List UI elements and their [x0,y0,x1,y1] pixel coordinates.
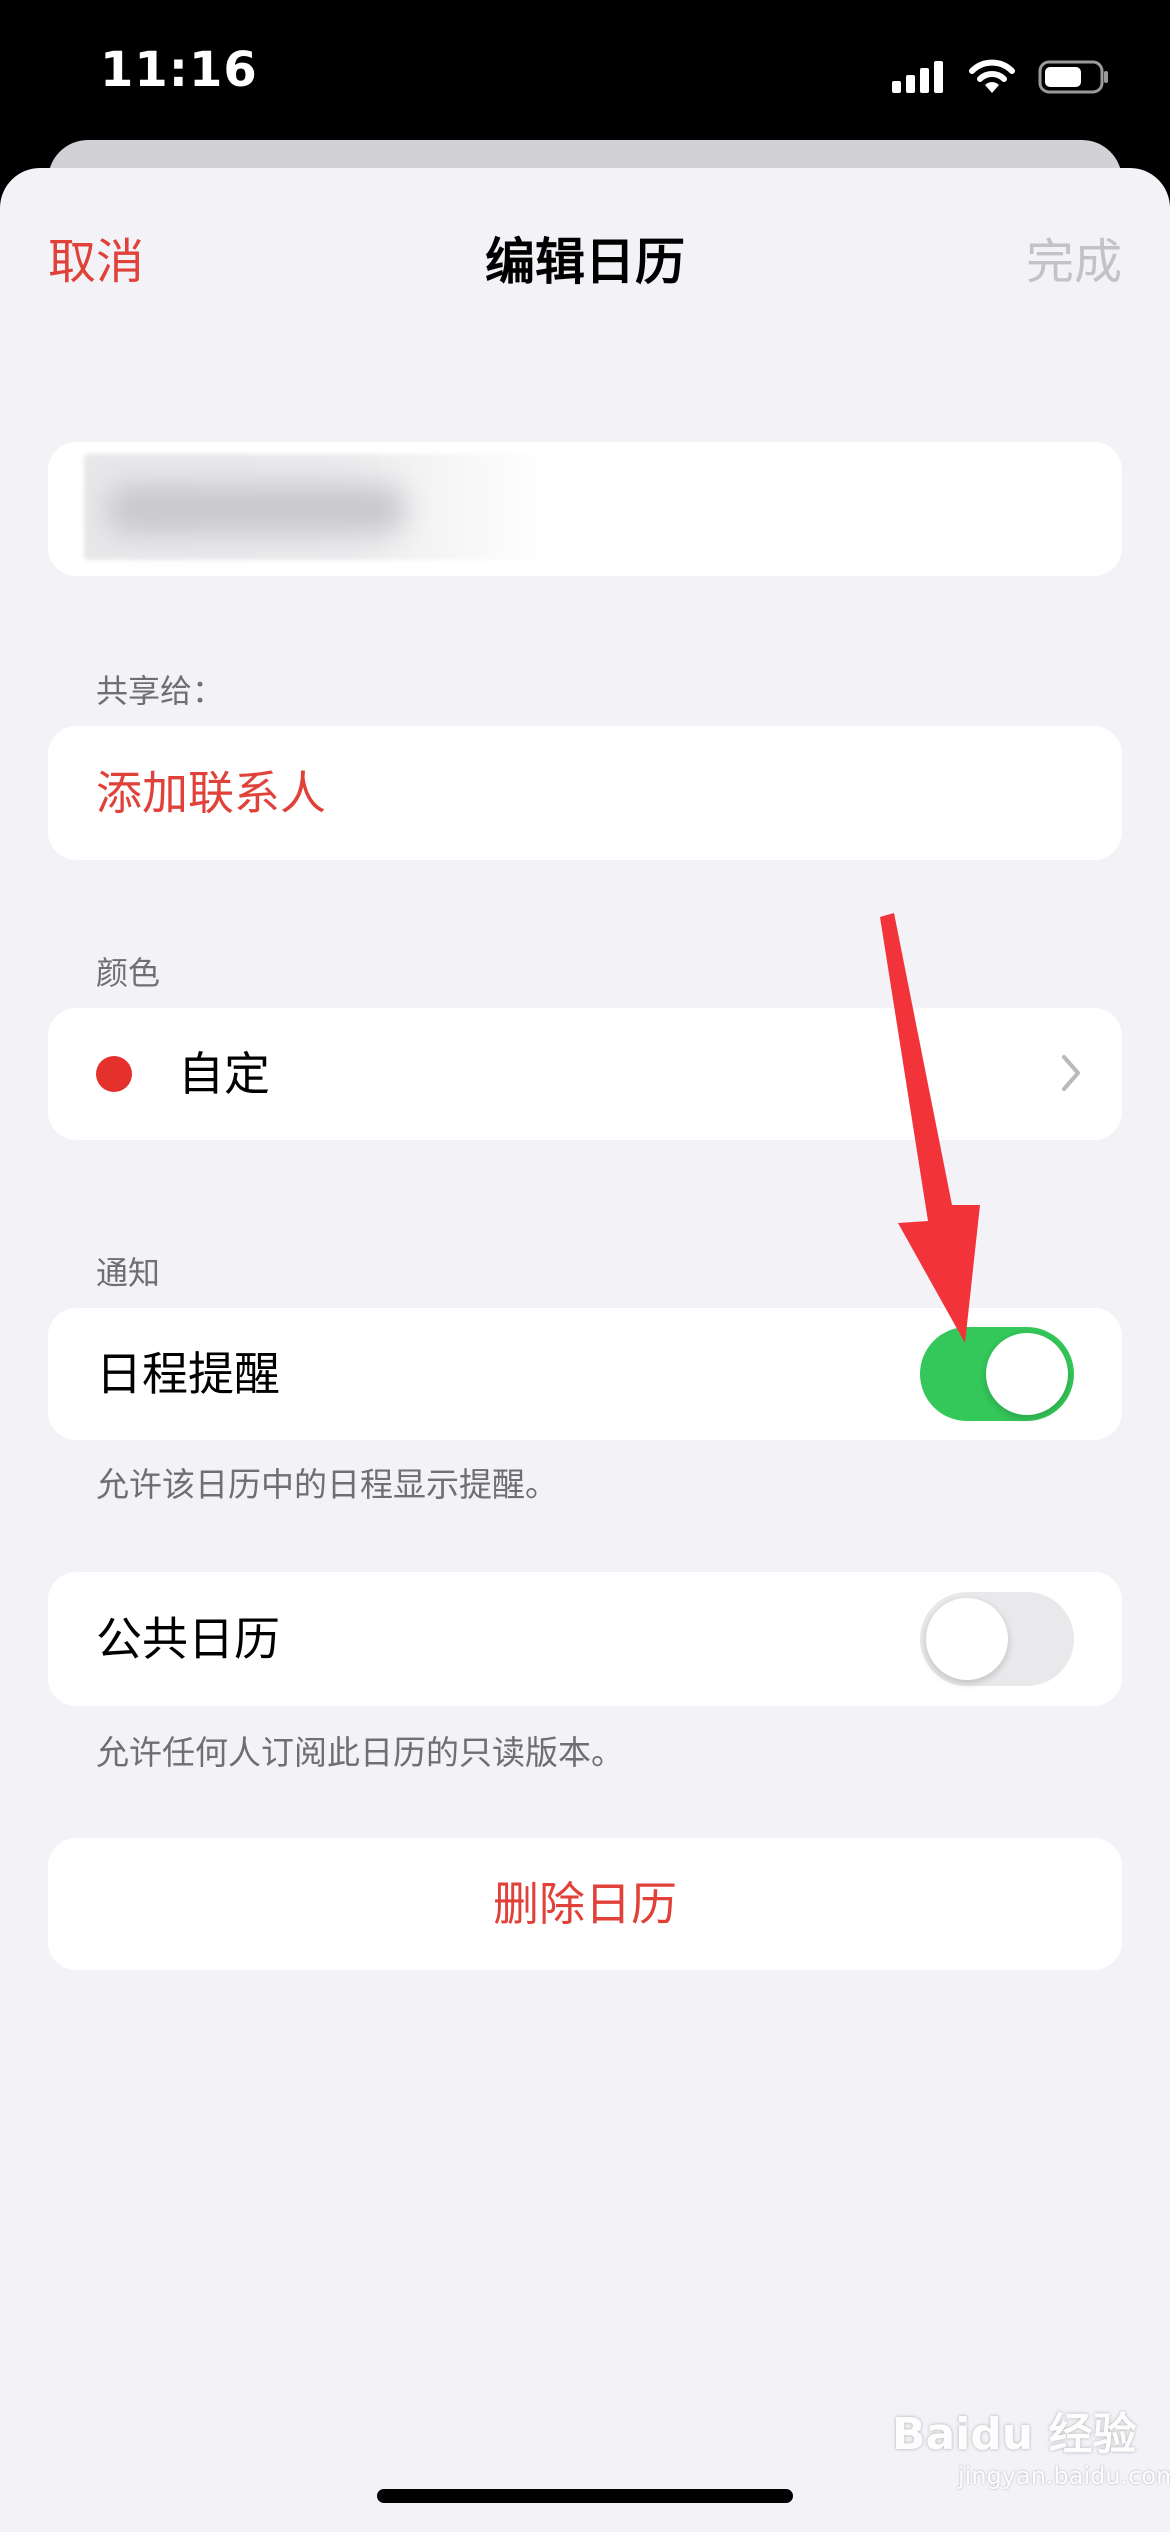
color-header: 颜色 [96,954,161,992]
redacted-name-blur [106,484,406,534]
done-button[interactable]: 完成 [1026,222,1122,292]
color-label: 自定 [178,1047,270,1101]
public-calendar-footer: 允许任何人订阅此日历的只读版本。 [96,1733,624,1772]
delete-calendar-button[interactable]: 删除日历 [48,1838,1122,1970]
status-bar: 11:16 [0,0,1170,140]
status-time: 11:16 [100,42,258,98]
color-dot [96,1056,132,1092]
add-contact-row[interactable]: 添加联系人 [48,726,1122,860]
status-icons [892,52,1110,102]
notifications-header: 通知 [96,1254,161,1292]
baidu-watermark: Baidu 经验 [892,2409,1137,2460]
wifi-icon [969,59,1015,93]
public-calendar-label: 公共日历 [96,1612,280,1666]
event-alerts-footer: 允许该日历中的日程显示提醒。 [96,1465,558,1504]
add-contact-label: 添加联系人 [96,766,326,820]
baidu-watermark-url: jingyan.baidu.com [958,2462,1170,2490]
chevron-right-icon [1062,1055,1080,1091]
calendar-name-field[interactable] [48,442,1122,576]
shared-with-header: 共享给： [96,672,225,710]
cellular-signal-icon [892,61,943,93]
event-alerts-label: 日程提醒 [96,1347,280,1401]
battery-icon [1038,60,1108,94]
public-calendar-row: 公共日历 [48,1572,1122,1706]
toggle-knob [986,1333,1068,1415]
delete-calendar-label: 删除日历 [493,1877,677,1931]
public-calendar-toggle[interactable] [920,1592,1074,1686]
toggle-knob [926,1598,1008,1680]
home-indicator[interactable] [377,2489,793,2503]
page-title: 编辑日历 [485,233,685,291]
annotation-arrow-icon [880,913,980,1343]
